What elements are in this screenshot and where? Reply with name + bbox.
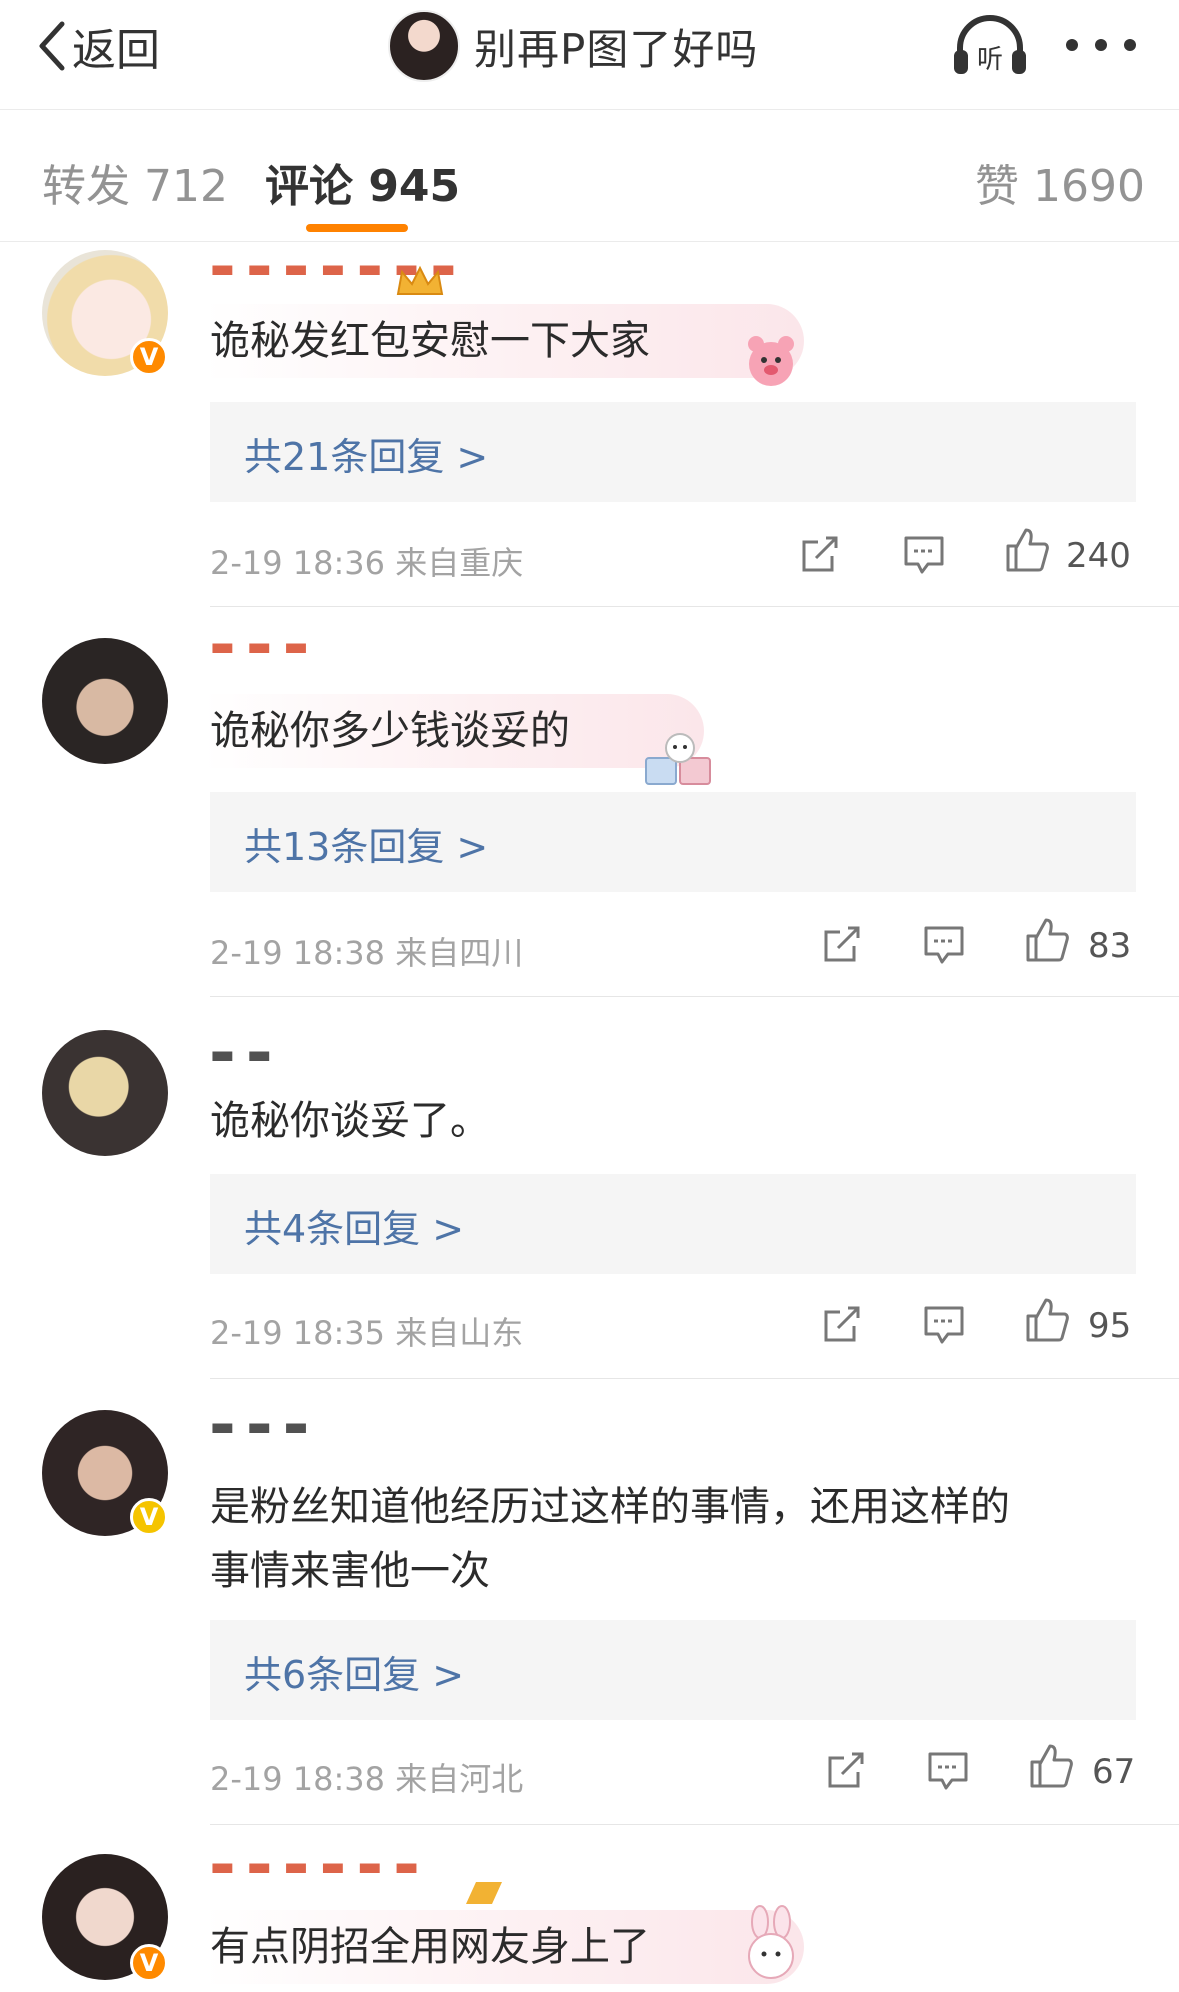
comment-timestamp-location: 2-19 18:35 来自山东: [210, 1314, 524, 1352]
username-redacted[interactable]: ▬ ▬ ▬: [210, 1412, 310, 1442]
thumbs-up-icon: [1006, 528, 1049, 572]
comment-divider: [210, 1378, 1179, 1379]
repost-button[interactable]: [818, 920, 866, 972]
verified-badge-icon: V: [130, 338, 168, 376]
top-bar: 返回 别再P图了好吗 听: [0, 0, 1179, 110]
repost-button[interactable]: [822, 1746, 870, 1798]
back-button[interactable]: 返回: [34, 16, 160, 76]
repost-button[interactable]: [818, 1300, 866, 1352]
user-avatar[interactable]: [42, 638, 168, 764]
cat-gift-sticker-icon: [645, 733, 711, 785]
comment-text-line2: 事情来害他一次: [210, 1548, 490, 1594]
comment-timestamp-location: 2-19 18:38 来自四川: [210, 934, 524, 972]
post-author-title[interactable]: 别再P图了好吗: [388, 6, 758, 86]
username-redacted[interactable]: ▬ ▬ ▬: [210, 632, 310, 662]
thumbs-up-icon: [1030, 1744, 1073, 1788]
replies-count-label: 共4条回复 >: [244, 1207, 465, 1251]
like-button[interactable]: [1026, 1742, 1074, 1794]
page-title: 别再P图了好吗: [474, 24, 759, 74]
listen-headphones-icon[interactable]: 听: [950, 14, 1030, 78]
reply-comment-button[interactable]: [920, 920, 968, 972]
tab-repost[interactable]: 转发 712: [42, 150, 228, 214]
view-replies-button[interactable]: 共4条回复 >: [210, 1174, 1136, 1274]
user-avatar[interactable]: [42, 1030, 168, 1156]
back-label: 返回: [72, 25, 160, 76]
view-replies-button[interactable]: 共6条回复 >: [210, 1620, 1136, 1720]
bear-sticker-icon: [748, 336, 794, 386]
listen-label: 听: [977, 45, 1003, 75]
repost-button[interactable]: [796, 530, 844, 582]
comment-text: 诡秘发红包安慰一下大家: [210, 318, 650, 364]
chevron-left-icon: [39, 21, 65, 71]
comment-timestamp-location: 2-19 18:36 来自重庆: [210, 544, 524, 582]
tab-bar: 转发 712 评论 945 赞 1690: [0, 110, 1179, 242]
like-button[interactable]: [1002, 526, 1050, 578]
like-count: 67: [1092, 1752, 1136, 1792]
comment-divider: [210, 606, 1179, 607]
comment-item: ▬ ▬ 诡秘你谈妥了。 共4条回复 > 2-19 18:35 来自山东 95: [0, 1022, 1179, 1402]
level-badge-icon: [466, 1882, 502, 1904]
view-replies-button[interactable]: 共21条回复 >: [210, 402, 1136, 502]
comment-divider: [210, 1824, 1179, 1825]
tab-likes[interactable]: 赞 1690: [975, 150, 1145, 214]
active-tab-indicator: [306, 224, 408, 232]
comment-bubble-icon: [928, 1752, 968, 1790]
share-edit-icon: [824, 926, 860, 962]
thumbs-up-icon: [1026, 918, 1069, 962]
verified-badge-icon: V: [130, 1498, 168, 1536]
username-redacted[interactable]: ▬ ▬: [210, 1040, 273, 1070]
share-edit-icon: [802, 536, 838, 572]
replies-count-label: 共6条回复 >: [244, 1653, 465, 1697]
share-edit-icon: [824, 1306, 860, 1342]
thumbs-up-icon: [1026, 1298, 1069, 1342]
like-count: 240: [1066, 536, 1131, 576]
username-redacted[interactable]: ▬ ▬ ▬ ▬ ▬ ▬: [210, 1852, 421, 1882]
share-edit-icon: [828, 1752, 864, 1788]
comment-text: 有点阴招全用网友身上了: [210, 1924, 650, 1970]
like-button[interactable]: [1022, 916, 1070, 968]
comment-divider: [210, 996, 1179, 997]
reply-comment-button[interactable]: [900, 530, 948, 582]
replies-count-label: 共21条回复 >: [244, 435, 489, 479]
tab-comments[interactable]: 评论 945: [265, 150, 460, 214]
comment-bubble-icon: [924, 1306, 964, 1344]
reply-comment-button[interactable]: [920, 1300, 968, 1352]
comment-bubble-icon: [904, 536, 944, 574]
bunny-sticker-icon: [748, 1905, 794, 1979]
view-replies-button[interactable]: 共13条回复 >: [210, 792, 1136, 892]
comment-timestamp-location: 2-19 18:38 来自河北: [210, 1760, 524, 1798]
reply-comment-button[interactable]: [924, 1746, 972, 1798]
like-count: 95: [1088, 1306, 1132, 1346]
like-count: 83: [1088, 926, 1132, 966]
comment-text-line1: 是粉丝知道他经历过这样的事情，还用这样的: [210, 1484, 1010, 1530]
crown-badge-icon: [396, 265, 444, 295]
author-avatar: [388, 10, 460, 82]
comment-bubble-icon: [924, 926, 964, 964]
comment-text: 诡秘你多少钱谈妥的: [210, 708, 570, 754]
more-options-icon[interactable]: [1066, 30, 1136, 60]
comment-item: ▬ ▬ ▬ 诡秘你多少钱谈妥的 共13条回复 > 2-19 18:38 来自四川…: [0, 632, 1179, 1012]
comment-item: V ▬ ▬ ▬ 是粉丝知道他经历过这样的事情，还用这样的 事情来害他一次 共6条…: [0, 1404, 1179, 1825]
comment-item: V ▬ ▬ ▬ ▬ ▬ ▬ ▬ 诡秘发红包安慰一下大家 共21条回复 > 2-1…: [0, 242, 1179, 622]
comment-item: V ▬ ▬ ▬ ▬ ▬ ▬ 有点阴招全用网友身上了: [0, 1834, 1179, 1992]
like-button[interactable]: [1022, 1296, 1070, 1348]
replies-count-label: 共13条回复 >: [244, 825, 489, 869]
verified-badge-icon: V: [130, 1944, 168, 1982]
comment-text: 诡秘你谈妥了。: [210, 1098, 490, 1144]
